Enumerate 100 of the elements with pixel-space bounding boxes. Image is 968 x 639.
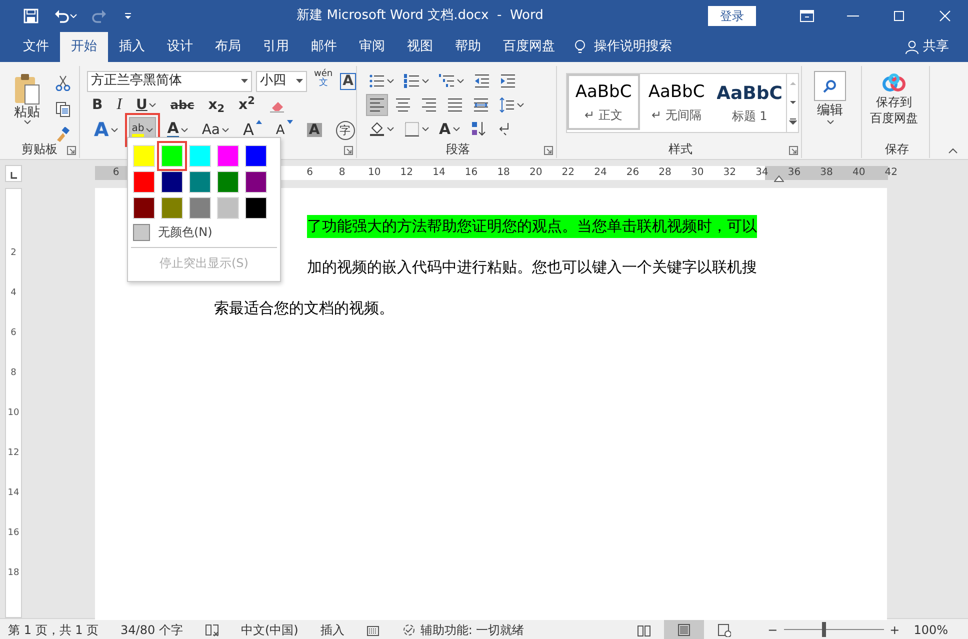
window-title: 新建 Microsoft Word 文档.docx - Word (296, 8, 544, 24)
language-indicator[interactable]: 中文(中国) (240, 620, 298, 638)
phonetic-guide-button[interactable]: wén 文 (311, 69, 336, 93)
ruler-number: 24 (593, 166, 608, 180)
expand-gallery-icon[interactable] (789, 117, 797, 126)
brush-icon (55, 127, 71, 143)
dropdown-icon (296, 79, 303, 83)
ribbon-tab[interactable]: 邮件 (300, 32, 348, 62)
tell-me-search[interactable]: 操作说明搜索 (594, 37, 672, 57)
effects-button[interactable]: A (91, 119, 121, 141)
shrink-button[interactable]: A (272, 119, 296, 141)
align-left-icon (369, 97, 385, 113)
color-swatch[interactable] (189, 171, 211, 193)
script-button[interactable]: x$^{2}$ (236, 94, 258, 116)
insert-mode[interactable]: 插入 (320, 620, 344, 638)
ribbon-tab[interactable]: 百度网盘 (492, 32, 566, 62)
grow-button[interactable]: A (240, 119, 265, 141)
script-button[interactable]: x$_{2}$ (205, 94, 228, 116)
strike-button[interactable]: abc (167, 94, 198, 116)
cut-icon (55, 75, 71, 91)
save-to-cloud-button[interactable]: 保存到 百度网盘 (867, 72, 921, 134)
ruler-number: 14 (432, 166, 446, 180)
cloud-icon (881, 73, 907, 93)
ribbon-tab[interactable]: 插入 (108, 32, 156, 62)
ribbon-tab[interactable]: 引用 (252, 32, 300, 62)
character-border-button[interactable]: A (340, 72, 356, 90)
color-swatch[interactable] (245, 145, 267, 167)
decrease-indent-icon (474, 73, 490, 89)
sign-in-button[interactable]: 登录 (708, 6, 756, 26)
paste-button[interactable]: 粘贴 (10, 72, 44, 136)
dialog-launcher-icon[interactable] (544, 146, 553, 155)
color-swatch[interactable] (245, 197, 267, 219)
proofing-icon[interactable] (204, 622, 219, 636)
ruler-number: 36 (786, 166, 802, 180)
bold-button[interactable]: B (89, 94, 106, 116)
tab-selector-button[interactable] (5, 165, 22, 182)
ribbon-tab[interactable]: 视图 (396, 32, 444, 62)
zoom-out-button[interactable]: − (768, 620, 778, 638)
zoom-thumb[interactable] (822, 622, 826, 637)
close-icon[interactable] (937, 8, 953, 24)
align-distributed-icon (473, 97, 489, 113)
dialog-launcher-icon[interactable] (789, 146, 798, 155)
ribbon-display-icon[interactable] (799, 8, 815, 24)
search-icon (823, 79, 837, 93)
ruler-number: 42 (884, 166, 898, 180)
ribbon-tab[interactable]: 文件 (12, 32, 60, 62)
indent-marker-icon[interactable] (774, 175, 784, 182)
maximize-icon[interactable] (891, 8, 907, 24)
accessibility-status[interactable]: 辅助功能: 一切就绪 (402, 620, 524, 638)
zoom-in-button[interactable]: + (890, 620, 900, 638)
ribbon-tab[interactable]: 审阅 (348, 32, 396, 62)
customize-icon[interactable] (124, 12, 132, 20)
color-swatch[interactable] (161, 171, 183, 193)
collapse-ribbon-icon[interactable] (948, 148, 958, 154)
no-color-option[interactable]: 无颜色(N) (131, 221, 277, 243)
ribbon-tab[interactable]: 设计 (156, 32, 204, 62)
align-left-button[interactable] (366, 94, 388, 116)
ribbon-tab[interactable]: 布局 (204, 32, 252, 62)
color-swatch[interactable] (133, 171, 155, 193)
page-count[interactable]: 第 1 页，共 1 页 (8, 620, 99, 638)
ribbon-tab[interactable]: 开始 (60, 32, 108, 62)
case-button[interactable]: Aa (198, 119, 232, 141)
caret-icon (422, 79, 429, 83)
style-button[interactable]: AaBbC 标题 1 (713, 74, 786, 130)
color-swatch[interactable] (189, 197, 211, 219)
style-button[interactable]: AaBbC ↵ 无间隔 (640, 74, 713, 130)
ruler-number: 18 (496, 166, 511, 180)
dialog-launcher-icon[interactable] (67, 146, 76, 155)
caret-icon (387, 127, 394, 131)
tab-stop-icon (10, 172, 17, 180)
font-name-field[interactable]: 方正兰亭黑简体 (87, 70, 252, 92)
ruler-number: 8 (10, 367, 18, 380)
style-button[interactable]: AaBbC ↵ 正文 (567, 74, 640, 130)
word-count[interactable]: 34/80 个字 (120, 620, 183, 638)
share-button[interactable]: 共享 (894, 32, 960, 62)
zoom-level[interactable]: 100% (914, 620, 948, 638)
scroll-down-icon[interactable] (789, 98, 797, 107)
color-swatch[interactable] (217, 197, 239, 219)
print-view-button[interactable] (664, 618, 704, 639)
accessibility-icon (402, 622, 416, 636)
color-swatch[interactable] (245, 171, 267, 193)
color-swatch[interactable] (161, 197, 183, 219)
ruler-number: 6 (10, 327, 18, 340)
underline-button[interactable]: U (133, 94, 160, 116)
line-spacing-icon (499, 97, 515, 113)
color-swatch[interactable] (217, 145, 239, 167)
color-swatch[interactable] (133, 197, 155, 219)
color-swatch[interactable] (217, 171, 239, 193)
ruler-number: 16 (6, 527, 20, 540)
color-swatch[interactable] (133, 145, 155, 167)
shading-button[interactable]: A (304, 119, 325, 141)
person-icon (905, 40, 919, 54)
color-swatch[interactable] (189, 145, 211, 167)
asian-layout-button[interactable]: A (436, 118, 463, 140)
dialog-launcher-icon[interactable] (344, 146, 353, 155)
italic-button[interactable]: I (114, 94, 125, 116)
font-size-field[interactable]: 小四 (256, 70, 307, 92)
ruler-number: 6 (306, 166, 314, 180)
ribbon-tab[interactable]: 帮助 (444, 32, 492, 62)
editing-button[interactable]: 编辑 (811, 70, 849, 130)
